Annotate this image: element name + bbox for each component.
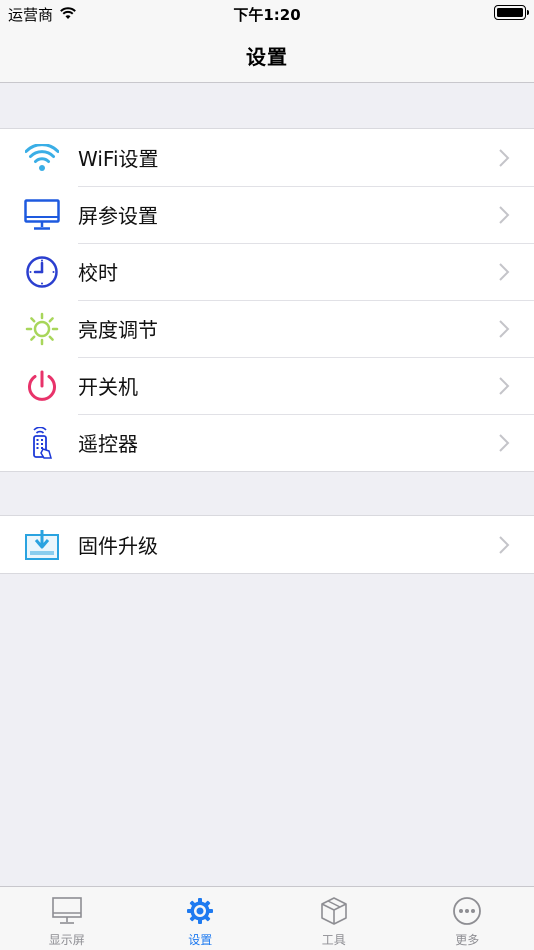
clock-icon <box>24 254 60 290</box>
more-icon <box>451 895 483 927</box>
firmware-download-icon <box>24 527 60 563</box>
sun-icon <box>24 311 60 347</box>
chevron-right-icon <box>499 376 510 395</box>
tab-label: 更多 <box>455 933 480 947</box>
power-icon <box>24 368 60 404</box>
row-label: WiFi设置 <box>78 147 159 171</box>
row-label: 遥控器 <box>78 432 138 456</box>
settings-screen: 运营商 下午1:20 设置 WiFi设置 屏参设置 校时 亮度调节 开关机 遥控… <box>0 0 534 950</box>
chevron-right-icon <box>499 433 510 452</box>
row-label: 开关机 <box>78 375 138 399</box>
settings-group-main: WiFi设置 屏参设置 校时 亮度调节 开关机 遥控器 <box>0 128 534 472</box>
wifi-icon <box>24 140 60 176</box>
row-screen-params[interactable]: 屏参设置 <box>0 186 534 243</box>
row-brightness[interactable]: 亮度调节 <box>0 300 534 357</box>
gear-icon <box>184 895 216 927</box>
chevron-right-icon <box>499 319 510 338</box>
remote-icon <box>24 425 60 461</box>
monitor-icon <box>24 197 60 233</box>
row-label: 亮度调节 <box>78 318 158 342</box>
row-label: 固件升级 <box>78 534 158 558</box>
tab-label: 工具 <box>321 933 346 947</box>
tab-label: 设置 <box>188 933 213 947</box>
box-icon <box>318 895 350 927</box>
row-wifi-settings[interactable]: WiFi设置 <box>0 129 534 186</box>
tab-more[interactable]: 更多 <box>401 887 534 950</box>
row-remote[interactable]: 遥控器 <box>0 414 534 471</box>
tab-settings[interactable]: 设置 <box>134 887 268 950</box>
tab-display[interactable]: 显示屏 <box>0 887 134 950</box>
tab-bar: 显示屏 设置 工具 更多 <box>0 886 534 950</box>
page-title: 设置 <box>246 44 288 69</box>
chevron-right-icon <box>499 148 510 167</box>
row-time-sync[interactable]: 校时 <box>0 243 534 300</box>
row-label: 校时 <box>78 261 118 285</box>
battery-icon <box>494 5 529 20</box>
row-firmware-upgrade[interactable]: 固件升级 <box>0 516 534 573</box>
row-power[interactable]: 开关机 <box>0 357 534 414</box>
tab-label: 显示屏 <box>48 933 85 947</box>
chevron-right-icon <box>499 205 510 224</box>
status-bar: 运营商 下午1:20 <box>0 0 534 28</box>
row-label: 屏参设置 <box>78 204 158 228</box>
tab-tools[interactable]: 工具 <box>267 887 401 950</box>
status-time: 下午1:20 <box>233 6 301 24</box>
chevron-right-icon <box>499 262 510 281</box>
chevron-right-icon <box>499 535 510 554</box>
settings-group-firmware: 固件升级 <box>0 515 534 574</box>
display-icon <box>51 895 83 927</box>
navigation-bar: 设置 <box>0 28 534 83</box>
